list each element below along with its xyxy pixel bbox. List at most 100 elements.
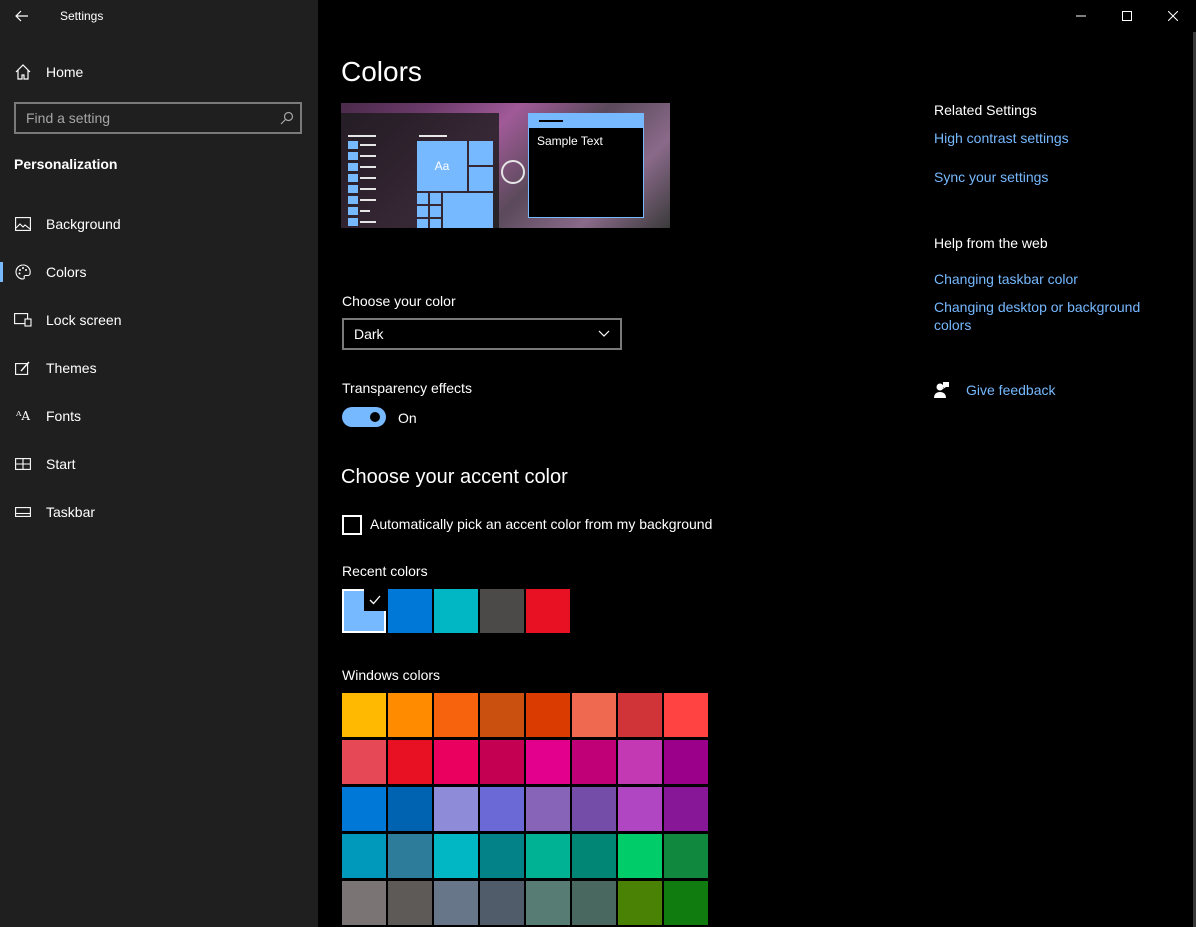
start-icon [14, 455, 32, 473]
windows-color-row [342, 881, 708, 925]
give-feedback-label: Give feedback [966, 382, 1056, 398]
dropdown-value: Dark [354, 326, 384, 342]
search-input[interactable] [26, 110, 280, 126]
preview-window: Sample Text [528, 113, 644, 218]
recent-colors-label: Recent colors [342, 563, 428, 579]
windows-color-swatch[interactable] [342, 693, 386, 737]
close-icon [1168, 11, 1178, 21]
windows-color-swatch[interactable] [388, 740, 432, 784]
windows-color-swatch[interactable] [342, 787, 386, 831]
sidebar-item-label: Taskbar [46, 504, 96, 520]
maximize-button[interactable] [1104, 0, 1150, 32]
windows-color-swatch[interactable] [388, 881, 432, 925]
sidebar-item-start[interactable]: Start [0, 440, 318, 488]
windows-color-swatch[interactable] [526, 787, 570, 831]
windows-color-swatch[interactable] [664, 693, 708, 737]
related-settings-heading: Related Settings [934, 102, 1037, 118]
windows-color-swatch[interactable] [618, 787, 662, 831]
windows-color-swatch[interactable] [434, 787, 478, 831]
recent-colors-row [342, 589, 570, 633]
transparency-label: Transparency effects [342, 380, 472, 396]
windows-color-swatch[interactable] [526, 834, 570, 878]
home-nav-item[interactable]: Home [14, 58, 83, 86]
section-title: Personalization [14, 156, 118, 172]
windows-colors-label: Windows colors [342, 667, 441, 683]
recent-color-swatch[interactable] [480, 589, 524, 633]
sidebar-item-taskbar[interactable]: Taskbar [0, 488, 318, 536]
windows-color-swatch[interactable] [618, 834, 662, 878]
themes-icon [14, 359, 32, 377]
windows-color-swatch[interactable] [618, 881, 662, 925]
windows-color-row [342, 834, 708, 878]
windows-color-swatch[interactable] [480, 787, 524, 831]
windows-color-swatch[interactable] [480, 693, 524, 737]
sidebar-item-label: Start [46, 456, 76, 472]
recent-color-swatch[interactable] [434, 589, 478, 633]
windows-color-swatch[interactable] [388, 787, 432, 831]
windows-color-swatch[interactable] [664, 740, 708, 784]
palette-icon [14, 263, 32, 281]
checkmark-icon [364, 589, 386, 611]
close-button[interactable] [1150, 0, 1196, 32]
windows-color-swatch[interactable] [526, 740, 570, 784]
choose-color-dropdown[interactable]: Dark [342, 318, 622, 350]
feedback-icon [934, 382, 949, 398]
windows-color-swatch[interactable] [434, 693, 478, 737]
windows-color-swatch[interactable] [388, 693, 432, 737]
preview-sample-text: Sample Text [537, 134, 603, 148]
sidebar-item-lock-screen[interactable]: Lock screen [0, 296, 318, 344]
windows-color-swatch[interactable] [572, 881, 616, 925]
sidebar-item-themes[interactable]: Themes [0, 344, 318, 392]
windows-color-swatch[interactable] [618, 693, 662, 737]
windows-color-swatch[interactable] [434, 881, 478, 925]
sync-settings-link[interactable]: Sync your settings [934, 168, 1048, 186]
windows-color-swatch[interactable] [572, 740, 616, 784]
windows-color-swatch[interactable] [526, 693, 570, 737]
windows-color-swatch[interactable] [342, 834, 386, 878]
recent-color-swatch[interactable] [526, 589, 570, 633]
windows-color-swatch[interactable] [342, 881, 386, 925]
search-box[interactable] [14, 102, 302, 134]
auto-accent-label: Automatically pick an accent color from … [370, 516, 713, 532]
nav-list: Background Colors Lock screen Themes ᴬA … [0, 200, 318, 536]
preview-decoration [501, 160, 525, 184]
windows-color-swatch[interactable] [664, 787, 708, 831]
minimize-button[interactable] [1058, 0, 1104, 32]
windows-color-swatch[interactable] [526, 881, 570, 925]
help-heading: Help from the web [934, 235, 1048, 251]
windows-color-swatch[interactable] [664, 834, 708, 878]
windows-color-swatch[interactable] [434, 834, 478, 878]
title-bar: Settings [0, 0, 318, 32]
sidebar-item-label: Colors [46, 264, 87, 280]
sidebar-item-background[interactable]: Background [0, 200, 318, 248]
sidebar-item-label: Fonts [46, 408, 82, 424]
windows-color-swatch[interactable] [572, 787, 616, 831]
desktop-colors-link[interactable]: Changing desktop or background colors [934, 298, 1154, 334]
sidebar-item-fonts[interactable]: ᴬA Fonts [0, 392, 318, 440]
high-contrast-link[interactable]: High contrast settings [934, 129, 1069, 147]
sidebar-item-label: Background [46, 216, 121, 232]
search-icon [280, 111, 294, 125]
transparency-toggle[interactable] [342, 407, 386, 427]
windows-color-swatch[interactable] [342, 740, 386, 784]
windows-color-swatch[interactable] [434, 740, 478, 784]
windows-color-row [342, 693, 708, 737]
chevron-down-icon [598, 330, 610, 337]
page-title: Colors [341, 56, 422, 87]
windows-color-swatch[interactable] [664, 881, 708, 925]
windows-color-swatch[interactable] [572, 834, 616, 878]
give-feedback-link[interactable]: Give feedback [934, 381, 1056, 399]
recent-color-swatch[interactable] [342, 589, 386, 633]
choose-color-label: Choose your color [342, 293, 456, 309]
windows-color-swatch[interactable] [480, 834, 524, 878]
sidebar-item-colors[interactable]: Colors [0, 248, 318, 296]
windows-color-swatch[interactable] [572, 693, 616, 737]
windows-color-swatch[interactable] [480, 881, 524, 925]
windows-color-swatch[interactable] [618, 740, 662, 784]
back-button[interactable] [0, 0, 44, 32]
windows-color-swatch[interactable] [388, 834, 432, 878]
recent-color-swatch[interactable] [388, 589, 432, 633]
windows-color-swatch[interactable] [480, 740, 524, 784]
auto-accent-checkbox[interactable] [342, 515, 362, 535]
taskbar-color-link[interactable]: Changing taskbar color [934, 270, 1078, 288]
